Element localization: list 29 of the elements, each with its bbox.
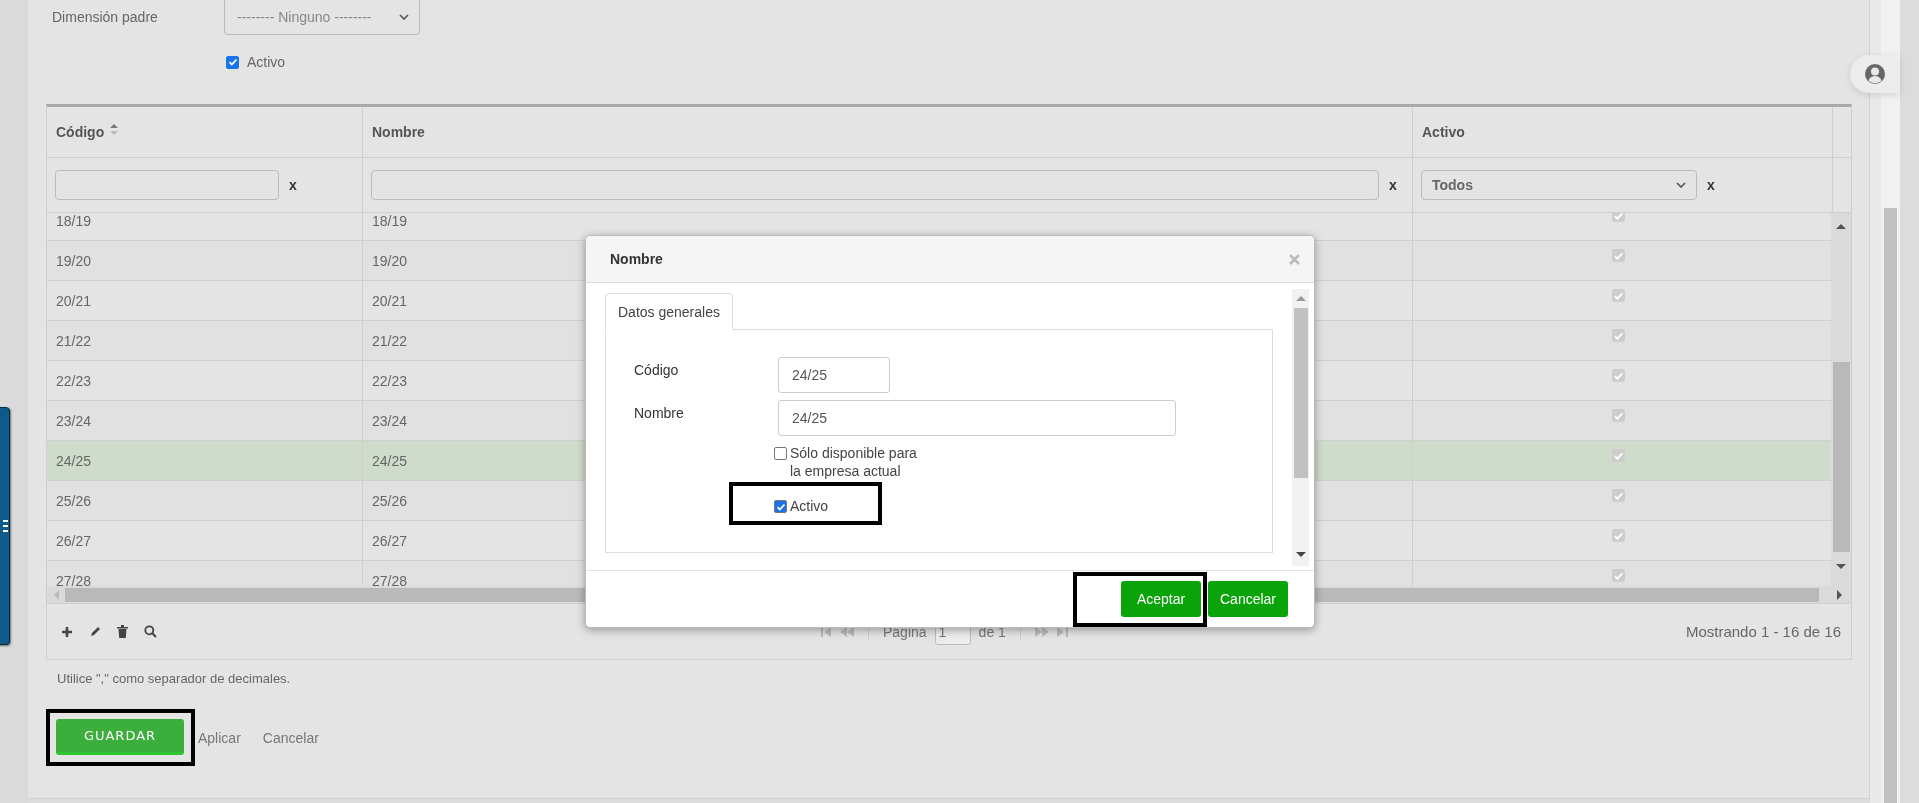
table-cell: 24/25 (56, 452, 92, 469)
table-cell: 22/23 (56, 372, 92, 389)
table-cell: 21/22 (56, 332, 92, 349)
table-cell: 21/22 (372, 332, 408, 349)
field-label: Nombre (634, 405, 685, 421)
table-cell: 23/24 (56, 412, 92, 429)
table-cell: 18/19 (372, 213, 408, 229)
table-cell: 26/27 (56, 532, 92, 549)
table-cell: 23/24 (372, 412, 408, 429)
checkbox-label: Activo (247, 54, 286, 70)
record-count: Mostrando 1 - 16 de 16 (1685, 623, 1841, 640)
table-cell: 26/27 (372, 532, 408, 549)
table-cell: 27/28 (372, 572, 408, 586)
table-cell: 18/19 (56, 213, 92, 229)
table-cell: 27/28 (56, 572, 92, 586)
table-cell: 24/25 (372, 452, 408, 469)
dialog-title: Nombre (610, 251, 663, 267)
table-cell: 25/26 (56, 492, 92, 509)
table-cell: 22/23 (372, 372, 408, 389)
table-cell: 19/20 (372, 252, 408, 269)
checkbox-label: Activo (790, 497, 830, 515)
field-label: Dimensión padre (52, 9, 159, 25)
hint-text: Utilice "," como separador de decimales. (57, 671, 292, 686)
field-label: Código (634, 362, 680, 378)
table-cell: 25/26 (372, 492, 408, 509)
table-cell: 19/20 (56, 252, 92, 269)
table-cell: 20/21 (56, 292, 92, 309)
table-cell: 20/21 (372, 292, 408, 309)
checkbox-label: Sólo disponible para la empresa actual (790, 444, 918, 480)
